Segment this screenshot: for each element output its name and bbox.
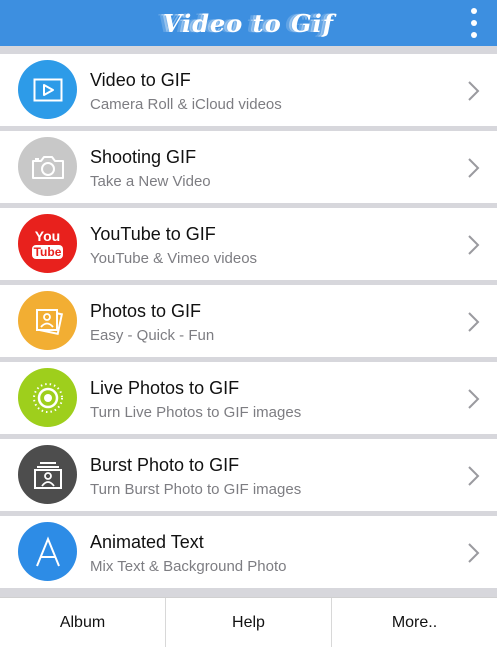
tab-album[interactable]: Album [0,598,165,647]
item-title: Live Photos to GIF [90,378,240,398]
photos-icon [18,291,77,350]
item-title: Shooting GIF [90,147,197,167]
list-item-shooting-gif[interactable]: Shooting GIF Take a New Video [0,131,497,203]
chevron-right-icon [468,312,480,332]
list-item-youtube-to-gif[interactable]: You Tube YouTube to GIF YouTube & Vimeo … [0,208,497,280]
chevron-right-icon [468,466,480,486]
menu-list: Video to GIF Camera Roll & iCloud videos… [0,54,497,593]
item-title: Burst Photo to GIF [90,455,240,475]
item-title: Animated Text [90,532,204,552]
item-subtitle: Mix Text & Background Photo [90,558,287,575]
youtube-logo-you: You [34,227,61,244]
item-subtitle: YouTube & Vimeo videos [90,250,258,267]
youtube-logo-tube: Tube [31,244,64,259]
chevron-right-icon [468,543,480,563]
more-vertical-icon[interactable] [469,8,479,38]
item-title: YouTube to GIF [90,224,216,244]
burst-photo-icon [18,445,77,504]
list-item-live-photos-to-gif[interactable]: Live Photos to GIF Turn Live Photos to G… [0,362,497,434]
item-subtitle: Camera Roll & iCloud videos [90,96,282,113]
list-item-burst-photo-to-gif[interactable]: Burst Photo to GIF Turn Burst Photo to G… [0,439,497,511]
item-subtitle: Easy - Quick - Fun [90,327,215,344]
list-item-video-to-gif[interactable]: Video to GIF Camera Roll & iCloud videos [0,54,497,126]
app-title: Video to Gif [162,8,335,38]
item-subtitle: Turn Burst Photo to GIF images [90,481,302,498]
item-title: Video to GIF [90,70,191,90]
item-subtitle: Turn Live Photos to GIF images [90,404,302,421]
bottom-tab-bar: Album Help More.. [0,597,497,647]
list-item-animated-text[interactable]: Animated Text Mix Text & Background Phot… [0,516,497,588]
chevron-right-icon [468,81,480,101]
live-photo-icon [18,368,77,427]
item-title: Photos to GIF [90,301,202,321]
chevron-right-icon [468,158,480,178]
chevron-right-icon [468,235,480,255]
text-a-icon [18,522,77,581]
camera-icon [18,137,77,196]
item-subtitle: Take a New Video [90,173,211,190]
tab-help[interactable]: Help [165,598,331,647]
app-header: Video to Gif [0,0,497,46]
chevron-right-icon [468,389,480,409]
play-icon [18,60,77,119]
youtube-icon: You Tube [18,214,77,273]
list-item-photos-to-gif[interactable]: Photos to GIF Easy - Quick - Fun [0,285,497,357]
tab-more[interactable]: More.. [331,598,497,647]
